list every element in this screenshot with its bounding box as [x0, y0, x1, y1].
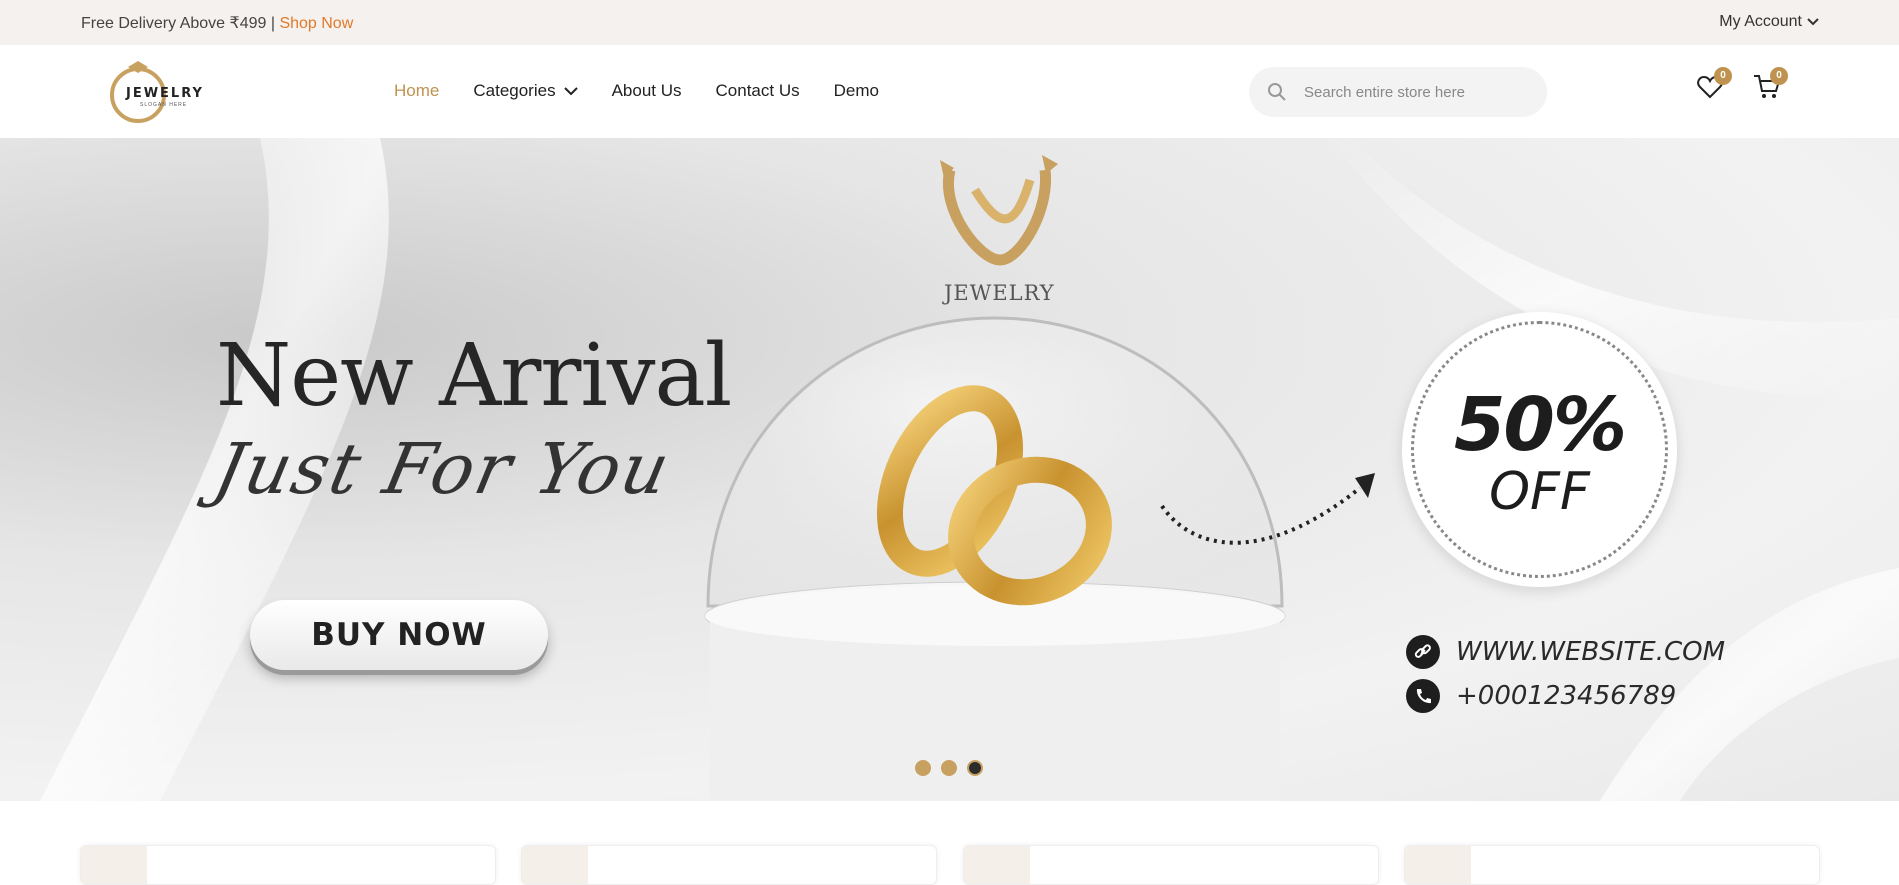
slider-pagination: [915, 760, 983, 776]
feature-cards-row: [80, 845, 1820, 885]
website-text: WWW.WEBSITE.COM: [1456, 637, 1726, 667]
nav-home[interactable]: Home: [394, 81, 439, 101]
my-account-label: My Account: [1719, 13, 1802, 30]
discount-badge: 50% OFF: [1402, 312, 1677, 587]
slider-dot-2[interactable]: [941, 760, 957, 776]
slider-dot-3[interactable]: [967, 760, 983, 776]
buy-now-button[interactable]: BUY NOW: [250, 600, 548, 670]
nav-about-us[interactable]: About Us: [612, 81, 682, 101]
feature-card: [1404, 845, 1820, 885]
brand-logo-icon: [940, 155, 1058, 266]
feature-card: [963, 845, 1379, 885]
promo-text: Free Delivery Above ₹499 |: [81, 15, 275, 32]
discount-label: OFF: [1489, 462, 1590, 522]
link-icon: [1406, 635, 1440, 669]
hero-headline: New Arrival: [216, 326, 732, 426]
nav-demo[interactable]: Demo: [834, 81, 879, 101]
slider-dot-1[interactable]: [915, 760, 931, 776]
promo-bar: Free Delivery Above ₹499 | Shop Now: [81, 13, 353, 33]
shop-now-link[interactable]: Shop Now: [279, 15, 353, 32]
chevron-down-icon: [1807, 18, 1819, 26]
nav-contact-us[interactable]: Contact Us: [716, 81, 800, 101]
discount-value: 50%: [1453, 382, 1627, 468]
phone-text: +000123456789: [1456, 681, 1677, 711]
site-logo[interactable]: JEWELRY SLOGAN HERE: [108, 59, 218, 125]
hero-subheadline: Just For You: [207, 428, 679, 510]
chevron-down-icon: [563, 87, 578, 96]
hero-banner: New Arrival Just For You BUY NOW JEWELRY: [0, 138, 1899, 801]
wishlist-button[interactable]: 0: [1696, 67, 1732, 105]
search-icon[interactable]: [1267, 82, 1287, 102]
phone-icon: [1406, 679, 1440, 713]
main-header: JEWELRY SLOGAN HERE Home Categories Abou…: [0, 45, 1899, 138]
brand-name: JEWELRY: [944, 281, 1055, 305]
feature-card: [521, 845, 937, 885]
top-bar: Free Delivery Above ₹499 | Shop Now My A…: [0, 0, 1899, 45]
my-account-menu[interactable]: My Account: [1719, 13, 1819, 31]
website-info: WWW.WEBSITE.COM: [1406, 635, 1725, 669]
main-nav: Home Categories About Us Contact Us Demo: [394, 81, 913, 101]
feature-card: [80, 845, 496, 885]
nav-categories[interactable]: Categories: [473, 81, 578, 101]
arrow-graphic: [1160, 473, 1375, 545]
phone-info: +000123456789: [1406, 679, 1676, 713]
cart-count-badge: 0: [1770, 67, 1788, 85]
search-input[interactable]: [1304, 67, 1534, 117]
cart-button[interactable]: 0: [1752, 67, 1788, 105]
logo-slogan: SLOGAN HERE: [140, 102, 188, 108]
search-bar: [1249, 67, 1547, 117]
logo-name: JEWELRY: [126, 86, 204, 101]
wishlist-count-badge: 0: [1714, 67, 1732, 85]
